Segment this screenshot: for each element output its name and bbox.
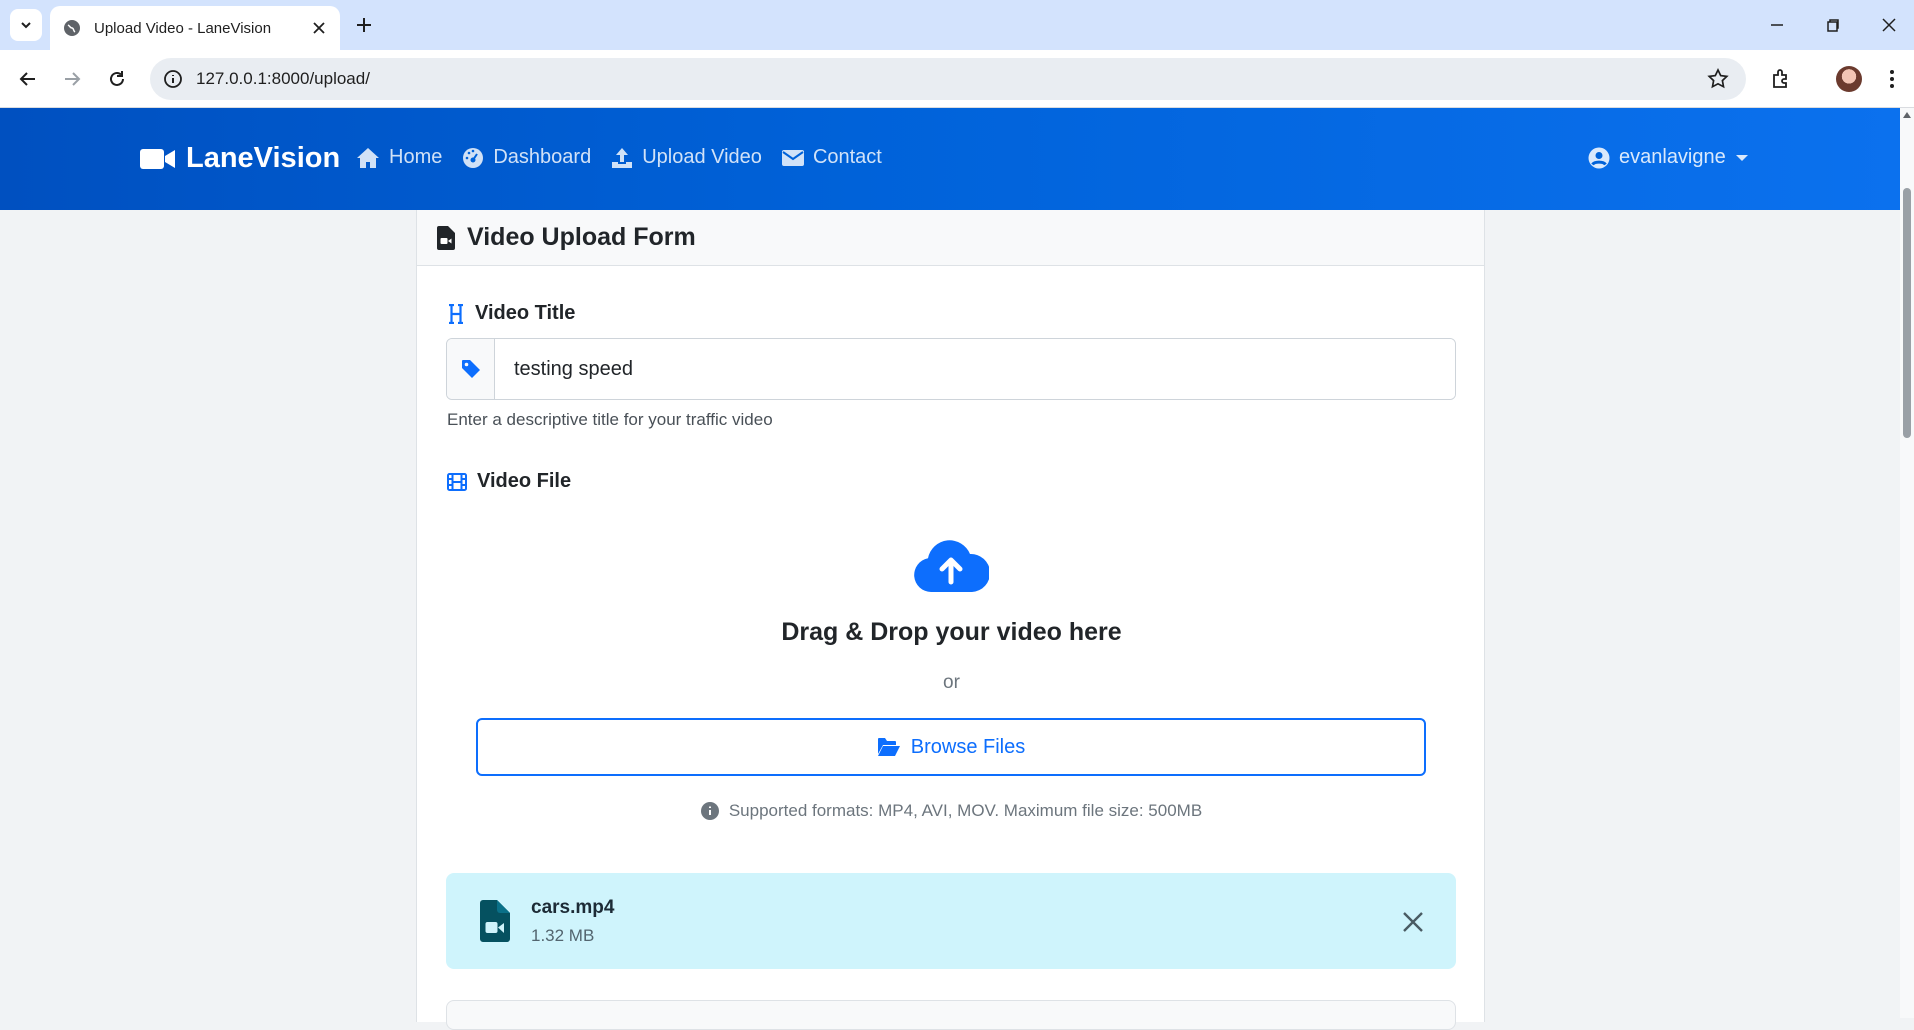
drop-zone-title: Drag & Drop your video here	[781, 618, 1122, 646]
file-name: cars.mp4	[531, 897, 615, 918]
reload-button[interactable]	[103, 65, 131, 93]
minimize-icon[interactable]	[1764, 12, 1790, 38]
heading-icon	[449, 303, 463, 324]
remove-file-button[interactable]	[1400, 909, 1426, 935]
scroll-up-arrow-icon[interactable]	[1903, 112, 1911, 118]
nav-links: Home Dashboard Upload Video Contact	[356, 146, 902, 169]
film-icon	[447, 472, 467, 491]
scrollbar-thumb[interactable]	[1903, 188, 1911, 438]
video-camera-icon	[140, 148, 175, 169]
address-bar[interactable]: 127.0.0.1:8000/upload/	[150, 58, 1746, 100]
nav-link-contact[interactable]: Contact	[781, 146, 882, 169]
upload-icon	[612, 147, 633, 168]
nav-link-label: Home	[389, 146, 443, 168]
house-icon	[357, 147, 379, 168]
site-navbar: LaneVision Home Dashboard Upload Video C…	[0, 108, 1900, 210]
forward-button[interactable]	[58, 65, 86, 93]
new-tab-icon[interactable]	[352, 13, 376, 37]
envelope-icon	[781, 149, 804, 166]
url-text[interactable]: 127.0.0.1:8000/upload/	[196, 69, 1706, 89]
card-header: Video Upload Form	[417, 210, 1484, 266]
cloud-upload-icon	[914, 540, 989, 592]
arrow-left-icon	[19, 72, 35, 86]
tab-title: Upload Video - LaneVision	[94, 19, 272, 37]
file-video-icon	[480, 900, 510, 942]
username: evanlavigne	[1619, 146, 1726, 168]
globe-icon	[64, 20, 80, 36]
extensions-icon[interactable]	[1768, 66, 1794, 92]
upload-form-card: Video Upload Form Video Title Enter a de…	[416, 210, 1486, 1030]
label-text: Video Title	[475, 302, 576, 324]
nav-link-label: Contact	[812, 146, 882, 168]
nav-link-label: Dashboard	[493, 146, 592, 168]
nav-link-home[interactable]: Home	[356, 146, 442, 169]
video-title-input[interactable]	[495, 339, 1455, 399]
arrow-right-icon	[65, 72, 81, 86]
restore-icon[interactable]	[1820, 12, 1846, 38]
video-title-label: Video Title	[447, 302, 575, 325]
site-info-icon[interactable]	[162, 68, 184, 90]
user-circle-icon	[1588, 147, 1610, 168]
browser-tab-bar: Upload Video - LaneVision	[0, 0, 1914, 50]
browser-toolbar: 127.0.0.1:8000/upload/	[0, 50, 1914, 108]
nav-link-label: Upload Video	[642, 146, 762, 168]
gauge-icon	[463, 147, 484, 168]
brand-name: LaneVision	[186, 142, 341, 174]
formats-text: Supported formats: MP4, AVI, MOV. Maximu…	[728, 801, 1203, 820]
file-size: 1.32 MB	[531, 926, 595, 945]
close-window-icon[interactable]	[1876, 12, 1902, 38]
video-file-label: Video File	[447, 470, 571, 493]
bookmark-star-icon[interactable]	[1706, 67, 1730, 91]
label-text: Video File	[477, 470, 572, 492]
input-addon	[447, 339, 495, 399]
caret-down-icon	[1735, 154, 1748, 161]
close-icon	[1403, 912, 1423, 932]
info-circle-icon	[700, 802, 719, 820]
folder-open-icon	[877, 738, 900, 756]
browse-files-button[interactable]: Browse Files	[476, 718, 1426, 776]
browser-tab[interactable]: Upload Video - LaneVision	[50, 6, 340, 50]
reload-icon	[110, 71, 124, 86]
back-button[interactable]	[14, 65, 42, 93]
or-text: or	[943, 672, 960, 693]
title-help-text: Enter a descriptive title for your traff…	[447, 410, 773, 429]
user-menu-dropdown[interactable]: evanlavigne	[1588, 146, 1748, 169]
chevron-down-icon	[21, 22, 31, 29]
brand-logo[interactable]: LaneVision	[140, 142, 340, 175]
nav-link-upload-video[interactable]: Upload Video	[611, 146, 762, 169]
tab-search-button[interactable]	[10, 9, 42, 41]
supported-formats-note: Supported formats: MP4, AVI, MOV. Maximu…	[417, 801, 1486, 821]
browse-files-label: Browse Files	[910, 735, 1026, 758]
nav-link-dashboard[interactable]: Dashboard	[462, 146, 591, 169]
kebab-menu-icon[interactable]	[1880, 67, 1904, 91]
profile-avatar[interactable]	[1836, 66, 1862, 92]
card-title: Video Upload Form	[467, 223, 696, 251]
tag-icon	[461, 360, 480, 378]
file-video-icon	[437, 225, 455, 250]
video-title-field	[446, 338, 1456, 400]
selected-file-preview: cars.mp4 1.32 MB	[446, 873, 1456, 969]
next-section-placeholder	[446, 1000, 1456, 1030]
close-tab-icon[interactable]	[310, 19, 328, 37]
